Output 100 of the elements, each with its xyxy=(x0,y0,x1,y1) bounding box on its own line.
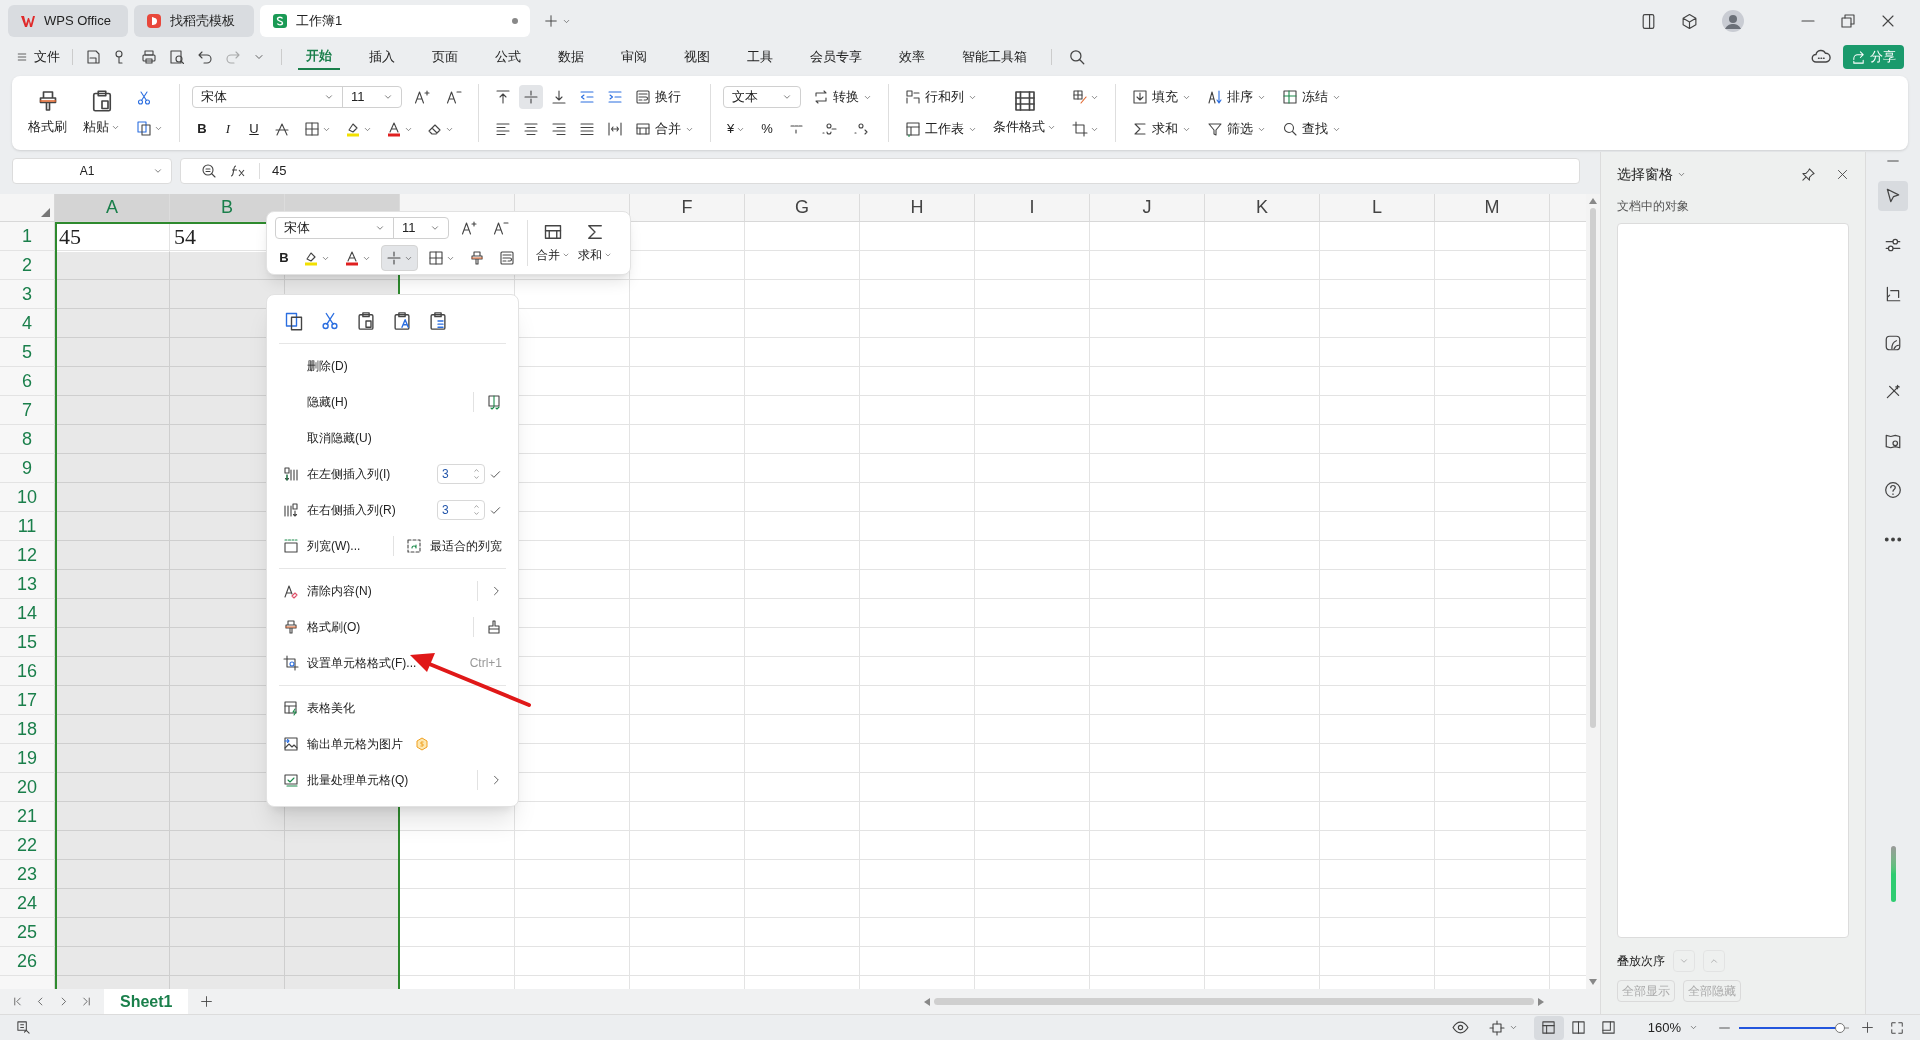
row-header[interactable]: 6 xyxy=(0,367,55,395)
row-header[interactable]: 18 xyxy=(0,715,55,743)
row-header[interactable]: 7 xyxy=(0,396,55,424)
menu-item[interactable]: 输出单元格为图片 xyxy=(283,726,502,762)
row-header[interactable]: 16 xyxy=(0,657,55,685)
row-header[interactable]: 25 xyxy=(0,918,55,946)
shortcut-text: Ctrl+1 xyxy=(469,655,502,672)
ribbon-tab[interactable]: 数据 xyxy=(550,44,592,70)
row-header[interactable]: 13 xyxy=(0,570,55,598)
font-size-dropdown[interactable]: 11 xyxy=(394,218,448,238)
row-header[interactable]: 11 xyxy=(0,512,55,540)
count-spinner[interactable]: 3 xyxy=(437,464,485,484)
filter-button[interactable]: 筛选 xyxy=(1203,116,1270,142)
row-header[interactable]: 26 xyxy=(0,947,55,975)
order-label: 叠放次序 xyxy=(1617,953,1665,970)
menu-item[interactable]: 删除(D) xyxy=(283,348,502,384)
freeze-button[interactable]: 冻结 xyxy=(1278,84,1345,110)
menu-item[interactable]: 表格美化 xyxy=(283,690,502,726)
menu-item[interactable]: 列宽(W)... xyxy=(283,537,389,555)
row-header[interactable]: 1 xyxy=(0,222,55,250)
row-header[interactable]: 22 xyxy=(0,831,55,859)
convert-button[interactable]: 转换 xyxy=(809,84,876,110)
worksheet-button[interactable]: 工作表 xyxy=(901,116,981,142)
format-painter-button[interactable]: 格式刷 xyxy=(24,89,71,137)
ribbon-tab[interactable]: 审阅 xyxy=(613,44,655,70)
merge-button[interactable]: 合并 xyxy=(536,222,570,264)
row-header[interactable]: 12 xyxy=(0,541,55,569)
column-header[interactable]: I xyxy=(975,194,1090,221)
find-button[interactable]: 查找 xyxy=(1278,116,1345,142)
table-cell: 45 xyxy=(55,222,170,250)
row-header[interactable]: 5 xyxy=(0,338,55,366)
paste-button[interactable]: 粘贴 xyxy=(79,89,124,137)
row-header[interactable]: 10 xyxy=(0,483,55,511)
row-header[interactable]: 17 xyxy=(0,686,55,714)
ribbon-tab[interactable]: 公式 xyxy=(487,44,529,70)
menu-item[interactable]: 设置单元格格式(F)... xyxy=(283,645,466,681)
ribbon-tab[interactable]: 工具 xyxy=(739,44,781,70)
row-header[interactable]: 21 xyxy=(0,802,55,830)
row-header[interactable]: 2 xyxy=(0,251,55,279)
menu-item[interactable]: 批量处理单元格(Q) xyxy=(283,762,473,798)
ribbon-tab[interactable]: 页面 xyxy=(424,44,466,70)
count-spinner[interactable]: 3 xyxy=(437,500,485,520)
fill-button[interactable]: 填充 xyxy=(1128,84,1195,110)
sum-button[interactable]: 求和 xyxy=(1128,116,1195,142)
ribbon-tab[interactable]: 开始 xyxy=(298,44,340,70)
document-tab[interactable]: 工作簿1 xyxy=(260,5,530,37)
menu-item[interactable]: 格式刷(O) xyxy=(283,609,469,645)
sort-button[interactable]: 排序 xyxy=(1203,84,1270,110)
percent-button[interactable]: % xyxy=(757,117,777,141)
ribbon-tab[interactable]: 效率 xyxy=(891,44,933,70)
pane-subtitle: 文档中的对象 xyxy=(1617,198,1690,215)
italic-button[interactable]: I xyxy=(218,118,238,140)
share-button[interactable]: 分享 xyxy=(1843,45,1904,69)
ribbon-tab[interactable]: 智能工具箱 xyxy=(954,44,1035,70)
font-size-dropdown[interactable]: 11 xyxy=(343,87,401,107)
row-header[interactable]: 4 xyxy=(0,309,55,337)
zoom-dropdown[interactable]: 160% xyxy=(1647,1017,1698,1038)
row-header[interactable]: 19 xyxy=(0,744,55,772)
menu-item[interactable]: 清除内容(N) xyxy=(283,573,473,609)
bold-button[interactable]: B xyxy=(275,247,293,269)
row-header[interactable]: 9 xyxy=(0,454,55,482)
row-header[interactable]: 24 xyxy=(0,889,55,917)
name-box[interactable]: A1 xyxy=(12,158,172,184)
sum-button[interactable]: 求和 xyxy=(578,222,612,264)
column-header[interactable]: H xyxy=(860,194,975,221)
row-header[interactable]: 20 xyxy=(0,773,55,801)
column-header[interactable]: L xyxy=(1320,194,1435,221)
font-name-dropdown[interactable]: 宋体 xyxy=(193,87,343,107)
menu-item[interactable]: 在右侧插入列(R) xyxy=(283,492,433,528)
number-format-dropdown[interactable]: 文本 xyxy=(723,86,801,108)
currency-button[interactable]: ¥ xyxy=(723,117,750,141)
conditional-format-button[interactable]: 条件格式 xyxy=(989,89,1060,137)
column-header[interactable]: M xyxy=(1435,194,1550,221)
pane-title-dropdown[interactable]: 选择窗格 xyxy=(1617,164,1686,185)
row-header[interactable]: 14 xyxy=(0,599,55,627)
row-header[interactable]: 3 xyxy=(0,280,55,308)
column-header[interactable]: J xyxy=(1090,194,1205,221)
menu-item[interactable]: 在左侧插入列(I) xyxy=(283,456,433,492)
bold-button[interactable]: B xyxy=(192,118,212,140)
menu-item[interactable]: 取消隐藏(U) xyxy=(283,420,502,456)
document-tab[interactable]: WPS Office xyxy=(8,5,128,37)
row-header[interactable]: 15 xyxy=(0,628,55,656)
column-header[interactable]: G xyxy=(745,194,860,221)
rows-columns-button[interactable]: 行和列 xyxy=(901,84,981,110)
menu-item[interactable]: 隐藏(H) xyxy=(283,384,469,420)
underline-button[interactable]: U xyxy=(244,118,264,140)
merge-button[interactable]: 合并 xyxy=(631,116,698,142)
formula-field[interactable]: 45 xyxy=(180,158,1580,184)
file-menu[interactable]: 文件 xyxy=(16,47,72,67)
ribbon-tab[interactable]: 视图 xyxy=(676,44,718,70)
menu-item[interactable]: 最适合的列宽 xyxy=(398,537,502,555)
document-tab[interactable]: 找稻壳模板 xyxy=(134,5,254,37)
row-header[interactable]: 23 xyxy=(0,860,55,888)
ribbon-tab[interactable]: 会员专享 xyxy=(802,44,870,70)
row-header[interactable]: 8 xyxy=(0,425,55,453)
wrap-text-button[interactable]: 换行 xyxy=(631,84,685,110)
column-header[interactable]: K xyxy=(1205,194,1320,221)
ribbon-tab[interactable]: 插入 xyxy=(361,44,403,70)
sheet-tab[interactable]: Sheet1 xyxy=(104,989,189,1014)
font-name-dropdown[interactable]: 宋体 xyxy=(276,218,394,238)
